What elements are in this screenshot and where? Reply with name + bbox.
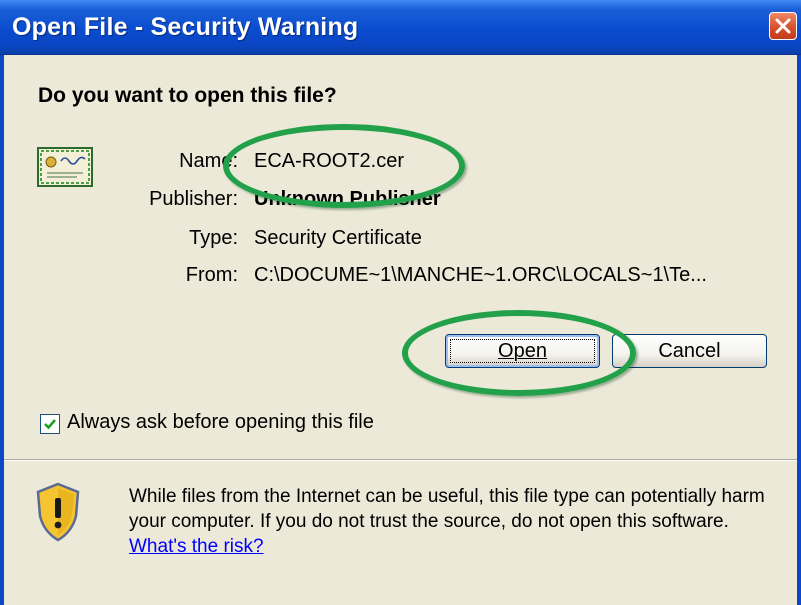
- checkmark-icon: [44, 419, 56, 430]
- from-label: From:: [185, 264, 238, 286]
- title-bar: Open File - Security Warning: [0, 0, 801, 55]
- publisher-label: Publisher:: [149, 188, 238, 210]
- close-button[interactable]: [769, 12, 797, 40]
- name-label: Name:: [179, 150, 238, 172]
- close-icon: [775, 18, 791, 34]
- warning-text: While files from the Internet can be use…: [129, 486, 765, 532]
- type-label: Type:: [189, 227, 238, 249]
- always-ask-label[interactable]: Always ask before opening this file: [67, 411, 374, 434]
- name-highlight-ellipse: [223, 124, 465, 208]
- window-title: Open File - Security Warning: [12, 13, 359, 41]
- from-value: C:\DOCUME~1\MANCHE~1.ORC\LOCALS~1\Te...: [254, 264, 707, 286]
- open-highlight-ellipse: [402, 310, 636, 396]
- whats-the-risk-link[interactable]: What's the risk?: [129, 536, 264, 557]
- divider: [4, 459, 797, 461]
- always-ask-checkbox[interactable]: [40, 414, 60, 434]
- cancel-button-label: Cancel: [658, 340, 721, 362]
- warning-shield-icon: [36, 482, 80, 542]
- type-value: Security Certificate: [254, 227, 422, 249]
- certificate-icon: [37, 147, 93, 187]
- warning-message: While files from the Internet can be use…: [129, 484, 789, 559]
- dialog-question: Do you want to open this file?: [38, 84, 337, 107]
